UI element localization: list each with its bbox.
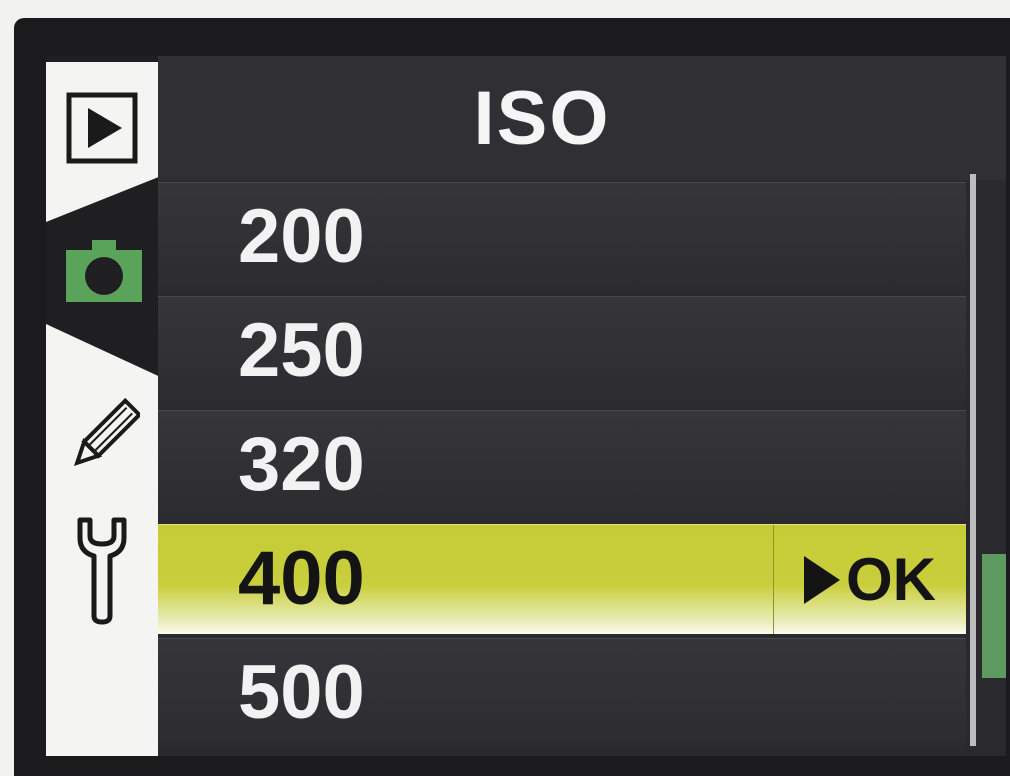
iso-option-250[interactable]: 250 <box>158 296 966 406</box>
right-arrow-icon <box>804 555 840 604</box>
iso-option-label: 500 <box>238 650 365 735</box>
iso-option-list: 200 250 320 400 OK 500 <box>158 182 966 752</box>
iso-option-500[interactable]: 500 <box>158 638 966 748</box>
menu-tab-strip <box>46 56 158 756</box>
ok-button[interactable]: OK <box>773 525 966 634</box>
camera-menu-screen: ISO 200 250 320 400 OK 500 <box>46 56 1006 756</box>
ok-label: OK <box>846 546 936 613</box>
iso-option-label: 320 <box>238 422 365 507</box>
camera-icon[interactable] <box>66 240 142 307</box>
iso-option-200[interactable]: 200 <box>158 182 966 292</box>
iso-option-400-selected[interactable]: 400 OK <box>158 524 966 634</box>
page-title: ISO <box>473 75 611 161</box>
iso-option-label: 400 <box>238 536 365 621</box>
scrollbar-thumb[interactable] <box>982 554 1006 678</box>
menu-header: ISO <box>158 56 1006 180</box>
iso-option-320[interactable]: 320 <box>158 410 966 520</box>
playback-icon[interactable] <box>66 92 138 169</box>
pencil-icon[interactable] <box>68 396 143 481</box>
wrench-icon[interactable] <box>70 516 134 631</box>
iso-option-label: 250 <box>238 308 365 393</box>
iso-option-label: 200 <box>238 194 365 279</box>
scrollbar-track[interactable] <box>970 174 976 746</box>
